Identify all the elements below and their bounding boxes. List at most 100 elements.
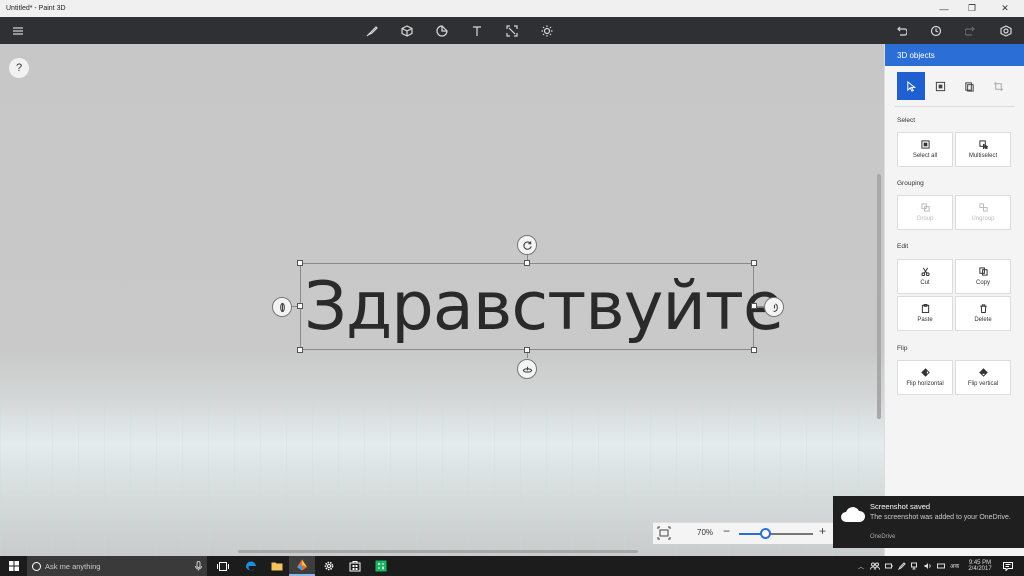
grouping-section-label: Grouping xyxy=(897,180,924,187)
delete-label: Delete xyxy=(974,317,992,323)
ungroup-button[interactable]: Ungroup xyxy=(955,195,1011,230)
calculator-app-icon[interactable] xyxy=(369,556,393,576)
clock-date: 2/4/2017 xyxy=(968,566,992,572)
cortana-search-box[interactable]: Ask me anything xyxy=(27,556,207,576)
resize-handle-bc[interactable] xyxy=(524,347,530,353)
maximize-button[interactable]: ❐ xyxy=(958,0,986,17)
title-bar: Untitled* - Paint 3D — ❐ ✕ xyxy=(0,0,1024,17)
redo-icon[interactable] xyxy=(961,21,981,41)
brush-icon[interactable] xyxy=(362,21,382,41)
canvas-resize-icon[interactable] xyxy=(502,21,522,41)
flip-vertical-label: Flip vertical xyxy=(967,381,999,387)
clipboard-icon[interactable] xyxy=(955,72,983,100)
onedrive-toast[interactable]: Screenshot saved The screenshot was adde… xyxy=(833,496,1024,548)
resize-handle-mr[interactable] xyxy=(751,303,757,309)
resize-handle-ml[interactable] xyxy=(297,303,303,309)
ungroup-label: Ungroup xyxy=(971,216,995,222)
effects-icon[interactable] xyxy=(537,21,557,41)
multiselect-button[interactable]: Multiselect xyxy=(955,132,1011,167)
cube-icon[interactable] xyxy=(397,21,417,41)
depth-handle[interactable] xyxy=(764,297,784,317)
sticker-icon[interactable] xyxy=(432,21,452,41)
flip-horizontal-button[interactable]: Flip horizontal xyxy=(897,360,953,395)
main-toolbar xyxy=(0,17,1024,44)
select-all-button[interactable]: Select all xyxy=(897,132,953,167)
toast-body: The screenshot was added to your OneDriv… xyxy=(870,514,1011,521)
volume-icon[interactable] xyxy=(924,562,932,570)
trash-icon xyxy=(979,304,987,313)
store-icon[interactable] xyxy=(343,556,367,576)
zoom-out-button[interactable]: − xyxy=(723,524,730,538)
clock[interactable]: 9:45 PM 2/4/2017 xyxy=(966,556,994,576)
resize-handle-bl[interactable] xyxy=(297,347,303,353)
select-all-icon xyxy=(920,140,930,149)
panel-divider xyxy=(895,106,1015,107)
paint3d-taskbar-icon[interactable] xyxy=(289,556,315,576)
undo-icon[interactable] xyxy=(891,21,911,41)
file-explorer-icon[interactable] xyxy=(265,556,289,576)
text-icon[interactable] xyxy=(467,21,487,41)
help-button[interactable]: ? xyxy=(9,58,29,78)
side-panel: 3D objects Select Select all Multiselect… xyxy=(884,44,1024,556)
resize-handle-br[interactable] xyxy=(751,347,757,353)
hamburger-menu-icon[interactable] xyxy=(8,21,28,41)
copy-button[interactable]: Copy xyxy=(955,259,1011,294)
text-object[interactable]: Здравствуйте xyxy=(304,264,784,348)
input-language[interactable]: अक xyxy=(950,562,959,570)
paste-button[interactable]: Paste xyxy=(897,296,953,331)
system-tray: ︿ अक xyxy=(858,556,967,576)
remix3d-icon[interactable] xyxy=(996,21,1016,41)
select-tool-icon[interactable] xyxy=(897,72,925,100)
resize-handle-tc[interactable] xyxy=(524,260,530,266)
chevron-up-icon[interactable]: ︿ xyxy=(858,562,864,571)
rotate-z-handle[interactable] xyxy=(517,235,537,255)
toast-title: Screenshot saved xyxy=(870,502,931,511)
action-center-icon[interactable] xyxy=(998,556,1018,576)
cut-button[interactable]: Cut xyxy=(897,259,953,294)
select-all-label: Select all xyxy=(912,153,938,159)
flip-vertical-button[interactable]: Flip vertical xyxy=(955,360,1011,395)
task-view-icon[interactable] xyxy=(211,556,235,576)
minimize-button[interactable]: — xyxy=(930,0,958,17)
horizontal-scrollbar[interactable] xyxy=(238,550,638,553)
paste-icon xyxy=(921,304,929,313)
multiselect-icon xyxy=(978,140,988,149)
pen-icon[interactable] xyxy=(898,562,906,570)
resize-handle-tl[interactable] xyxy=(297,260,303,266)
battery-icon[interactable] xyxy=(885,562,893,570)
magic-select-icon[interactable] xyxy=(926,72,954,100)
crop-icon[interactable] xyxy=(984,72,1012,100)
group-icon xyxy=(920,203,930,212)
people-icon[interactable] xyxy=(870,562,881,570)
microphone-icon[interactable] xyxy=(195,561,202,571)
history-icon[interactable] xyxy=(926,21,946,41)
rotate-y-handle[interactable] xyxy=(272,297,292,317)
zoom-slider-thumb[interactable] xyxy=(760,528,771,539)
close-button[interactable]: ✕ xyxy=(986,0,1024,17)
network-icon[interactable] xyxy=(911,562,919,570)
copy-label: Copy xyxy=(975,280,990,286)
cloud-icon xyxy=(841,507,866,522)
cut-label: Cut xyxy=(920,280,930,286)
keyboard-icon[interactable] xyxy=(937,562,946,570)
vertical-scrollbar[interactable] xyxy=(877,174,881,419)
flip-section-label: Flip xyxy=(897,345,908,352)
resize-handle-tr[interactable] xyxy=(751,260,757,266)
flip-horizontal-label: Flip horizontal xyxy=(906,381,944,387)
zoom-in-button[interactable]: + xyxy=(819,524,826,538)
window-title: Untitled* - Paint 3D xyxy=(6,5,66,12)
paste-label: Paste xyxy=(917,317,933,323)
taskbar: Ask me anything ︿ अक 9:45 PM 2/4/2017 xyxy=(0,556,1024,576)
settings-gear-icon[interactable] xyxy=(317,556,341,576)
group-button[interactable]: Group xyxy=(897,195,953,230)
edge-browser-icon[interactable] xyxy=(239,556,263,576)
search-placeholder: Ask me anything xyxy=(45,561,101,571)
windows-start-icon[interactable] xyxy=(0,556,27,576)
scissors-icon xyxy=(920,267,930,276)
canvas-area[interactable]: ? Здравствуйте 70% − + xyxy=(0,44,884,556)
delete-button[interactable]: Delete xyxy=(955,296,1011,331)
fit-to-screen-icon[interactable] xyxy=(657,526,671,540)
multiselect-label: Multiselect xyxy=(968,153,998,159)
tilt-handle[interactable] xyxy=(517,359,537,379)
cortana-icon xyxy=(32,561,41,571)
